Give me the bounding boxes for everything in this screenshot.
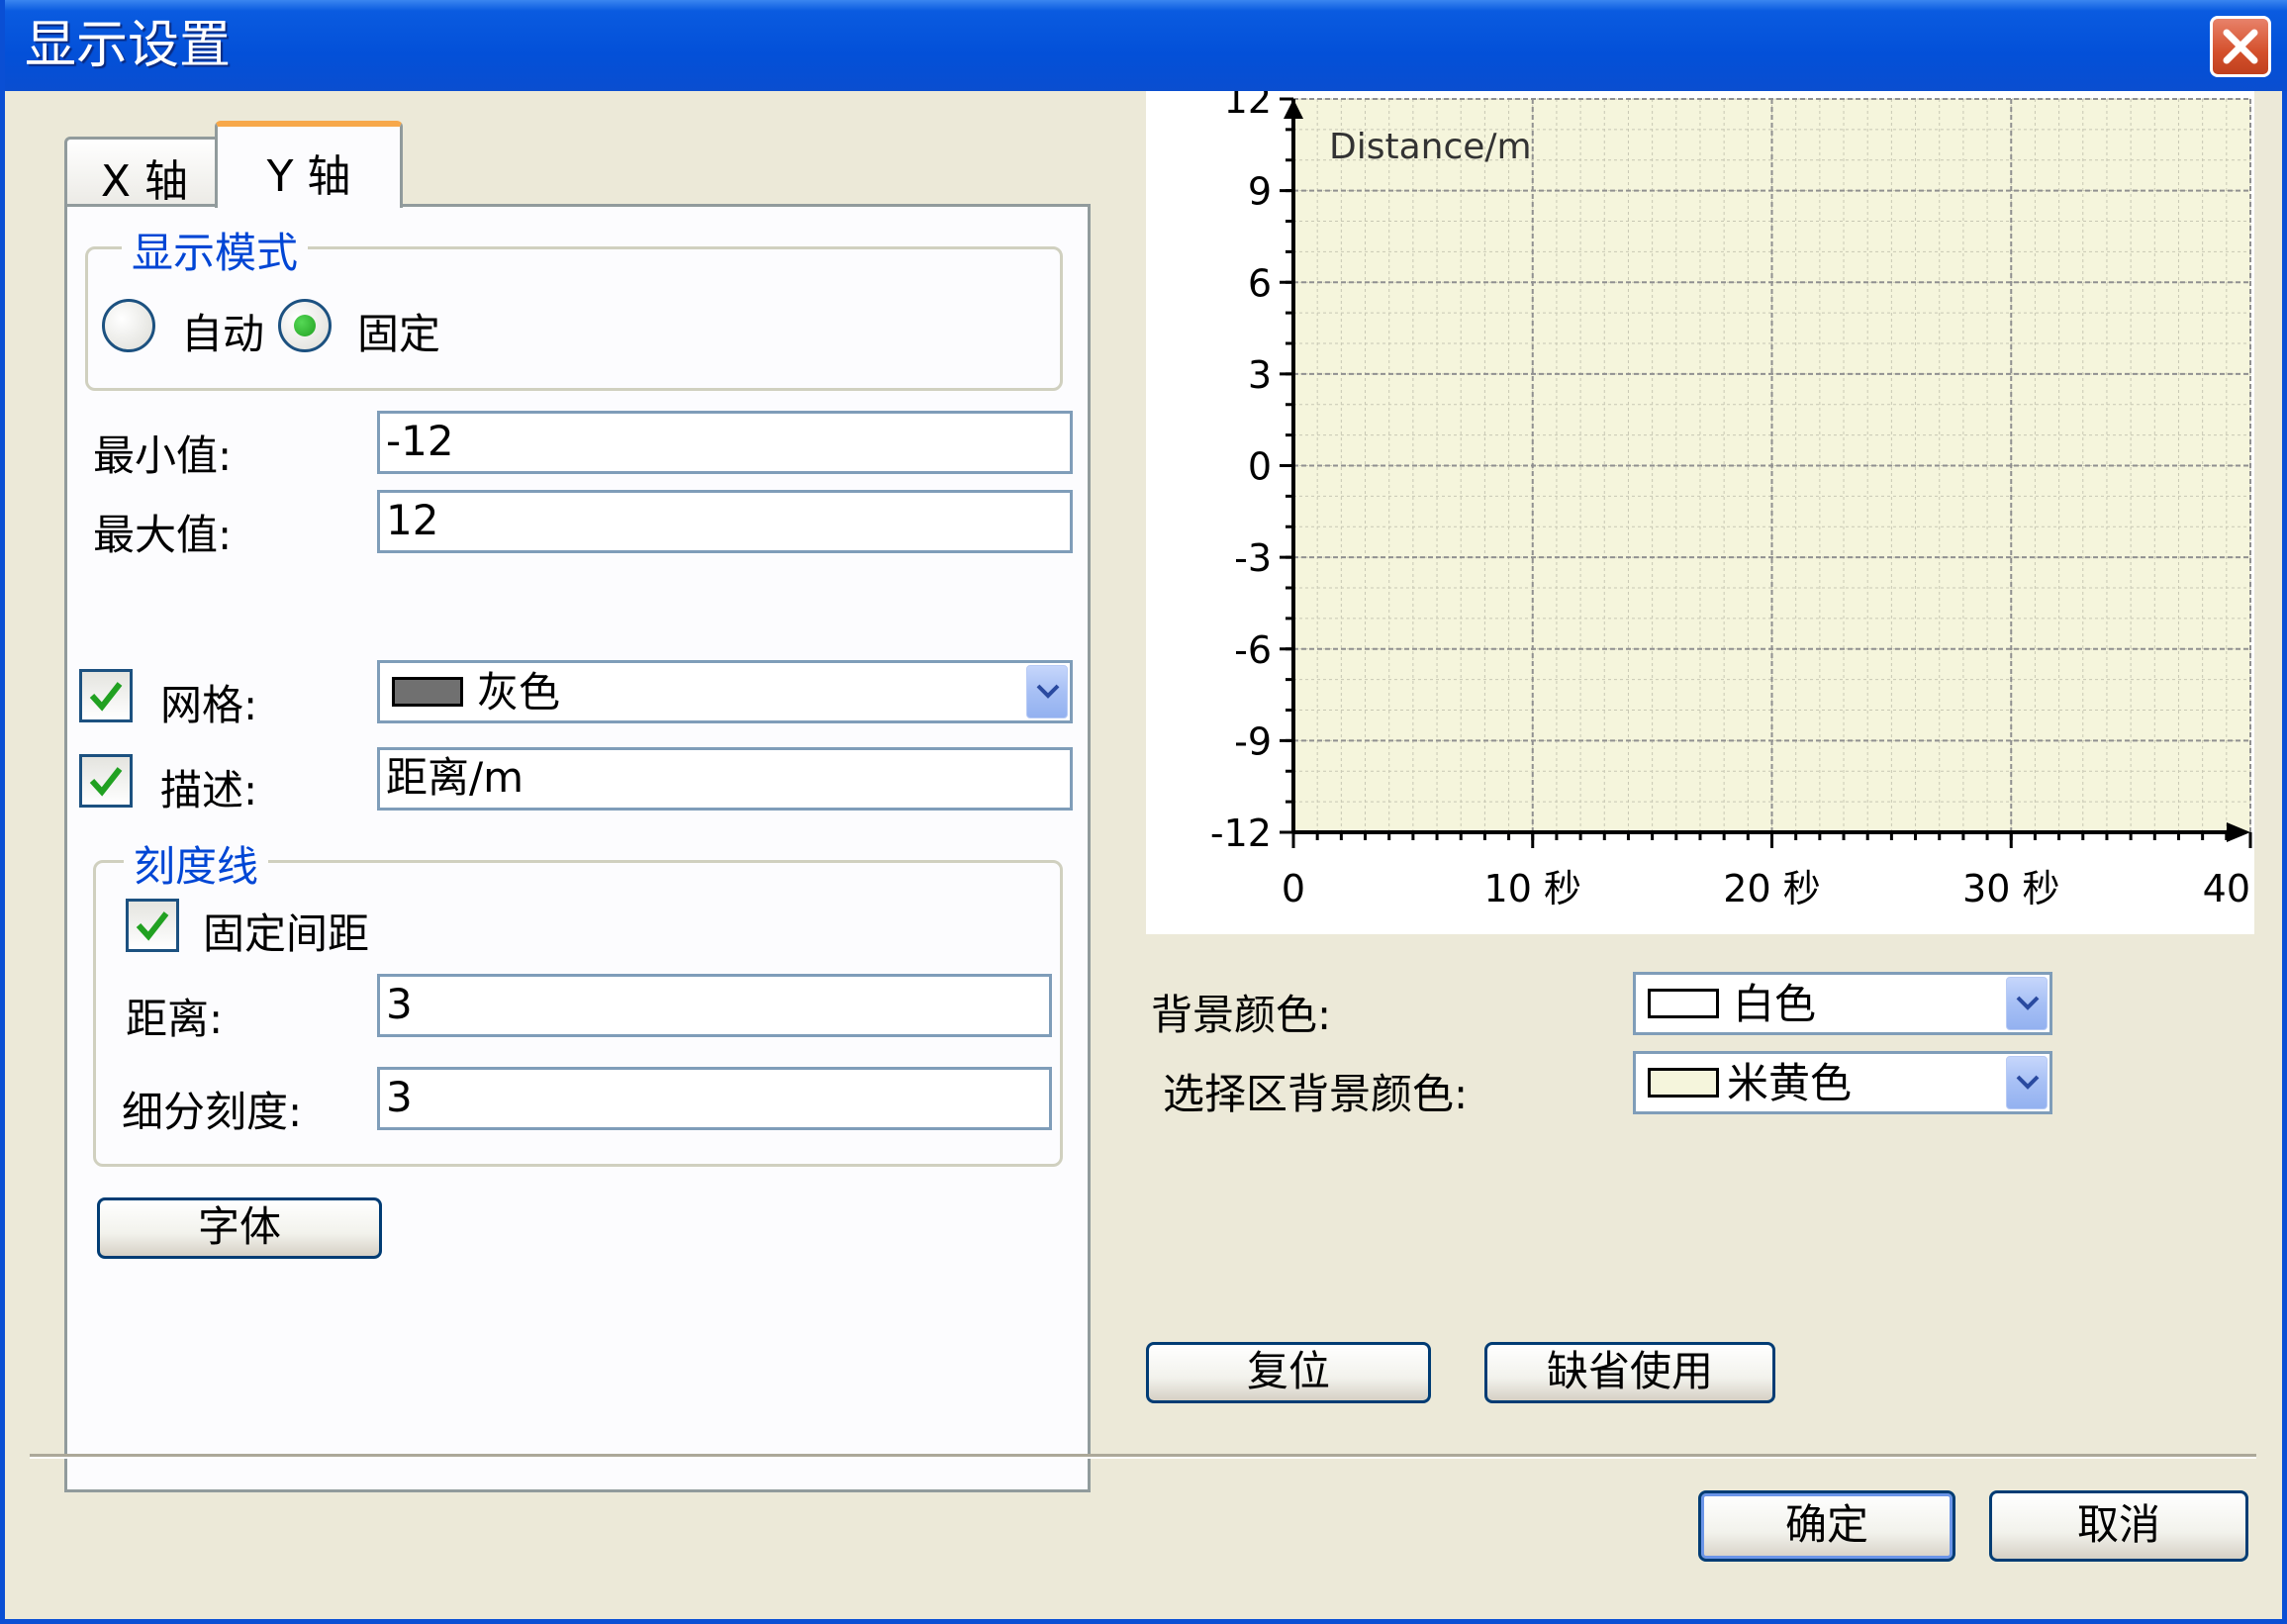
radio-fixed[interactable] — [278, 299, 332, 352]
y-axis-title: Distance/m — [1329, 127, 1532, 167]
max-label: 最大值: — [93, 511, 233, 559]
background-color-select[interactable]: 白色 — [1633, 972, 2052, 1035]
selection-background-select[interactable]: 米黄色 — [1633, 1051, 2052, 1114]
tab-y-axis[interactable]: Y 轴 — [215, 121, 403, 208]
tab-x-axis[interactable]: X 轴 — [64, 137, 225, 207]
background-color-dropdown-button[interactable] — [2006, 977, 2048, 1030]
selection-background-value: 米黄色 — [1727, 1059, 1853, 1107]
grid-color-dropdown-button[interactable] — [1026, 665, 1068, 718]
radio-fixed-label: 固定 — [357, 310, 441, 358]
preview-chart: 12 9 6 3 0 -3 -6 -9 -12 0 10 秒 20 秒 30 秒 40 Distance/m — [1146, 78, 2254, 934]
x-tick-label: 40 — [2203, 867, 2250, 910]
x-tick-label: 10 秒 — [1484, 867, 1581, 910]
distance-label: 距离: — [126, 995, 224, 1043]
checkmark-icon — [89, 767, 123, 797]
y-axis-panel: 显示模式 自动 固定 最小值: -12 最大值: 12 网格: 灰色 描述: 距… — [64, 204, 1091, 1492]
x-tick-label: 20 秒 — [1723, 867, 1820, 910]
grid-color-select[interactable]: 灰色 — [377, 660, 1073, 723]
y-tick-label: -9 — [1234, 719, 1272, 763]
cancel-button[interactable]: 取消 — [1989, 1490, 2248, 1562]
background-color-swatch — [1648, 989, 1719, 1018]
chevron-down-icon — [1036, 684, 1060, 699]
dialog-body: X 轴 Y 轴 显示模式 自动 固定 最小值: -12 最大值: 12 网格: … — [10, 78, 2277, 1619]
ticks-legend: 刻度线 — [124, 833, 269, 894]
checkmark-icon — [89, 682, 123, 712]
min-label: 最小值: — [93, 431, 233, 480]
description-label: 描述: — [160, 766, 258, 814]
ok-button[interactable]: 确定 — [1698, 1490, 1955, 1562]
y-tick-label: -6 — [1234, 628, 1272, 672]
chart-svg: 129630-3-6-9-120 10 秒 20 秒 30 秒 40Distance/m — [1210, 78, 2252, 910]
y-tick-label: 0 — [1248, 445, 1272, 489]
display-mode-group: 显示模式 自动 固定 — [85, 220, 1063, 391]
tab-x-axis-label: X 轴 — [100, 156, 189, 207]
grid-label: 网格: — [160, 681, 258, 729]
chevron-down-icon — [2016, 1075, 2040, 1090]
x-tick-label: 0 — [1282, 867, 1305, 910]
description-checkbox[interactable] — [79, 754, 133, 808]
x-tick-label: 30 秒 — [1962, 867, 2059, 910]
grid-checkbox[interactable] — [79, 669, 133, 722]
chevron-down-icon — [2016, 996, 2040, 1010]
y-tick-label: 9 — [1248, 170, 1272, 214]
close-icon — [2223, 29, 2258, 64]
radio-auto-label: 自动 — [181, 310, 265, 358]
grid-color-value: 灰色 — [477, 668, 561, 716]
divider — [30, 1454, 2256, 1459]
font-button[interactable]: 字体 — [97, 1197, 382, 1259]
selection-background-label: 选择区背景颜色: — [1163, 1070, 1469, 1118]
subdivision-label: 细分刻度: — [122, 1088, 303, 1136]
radio-auto[interactable] — [102, 299, 155, 352]
window-title: 显示设置 — [25, 16, 232, 75]
title-bar[interactable]: 显示设置 — [5, 0, 2287, 91]
background-color-label: 背景颜色: — [1151, 991, 1332, 1039]
y-tick-label: -3 — [1234, 536, 1272, 580]
fixed-spacing-checkbox[interactable] — [126, 899, 179, 952]
display-settings-dialog: 显示设置 X 轴 Y 轴 显示模式 自动 固定 最小值: -12 最大值: 12… — [0, 0, 2287, 1624]
checkmark-icon — [136, 911, 169, 941]
selection-background-dropdown-button[interactable] — [2006, 1056, 2048, 1109]
close-button[interactable] — [2210, 16, 2271, 77]
radio-selected-dot — [294, 315, 316, 336]
y-tick-label: -12 — [1210, 812, 1272, 855]
subdivision-input[interactable]: 3 — [377, 1067, 1052, 1130]
background-color-value: 白色 — [1733, 980, 1817, 1028]
reset-button[interactable]: 复位 — [1146, 1342, 1431, 1403]
description-input[interactable]: 距离/m — [377, 747, 1073, 811]
use-default-button[interactable]: 缺省使用 — [1484, 1342, 1775, 1403]
tick-distance-input[interactable]: 3 — [377, 974, 1052, 1037]
grid-color-swatch — [392, 677, 463, 707]
selection-background-swatch — [1648, 1068, 1719, 1098]
y-tick-label: 12 — [1224, 91, 1272, 122]
tab-y-axis-label: Y 轴 — [266, 151, 351, 202]
max-value-input[interactable]: 12 — [377, 490, 1073, 553]
fixed-spacing-label: 固定间距 — [203, 909, 370, 958]
display-mode-legend: 显示模式 — [122, 220, 309, 280]
ticks-group: 刻度线 固定间距 距离: 3 细分刻度: 3 — [93, 833, 1063, 1167]
y-tick-label: 6 — [1248, 261, 1272, 305]
min-value-input[interactable]: -12 — [377, 411, 1073, 474]
y-tick-label: 3 — [1248, 353, 1272, 397]
